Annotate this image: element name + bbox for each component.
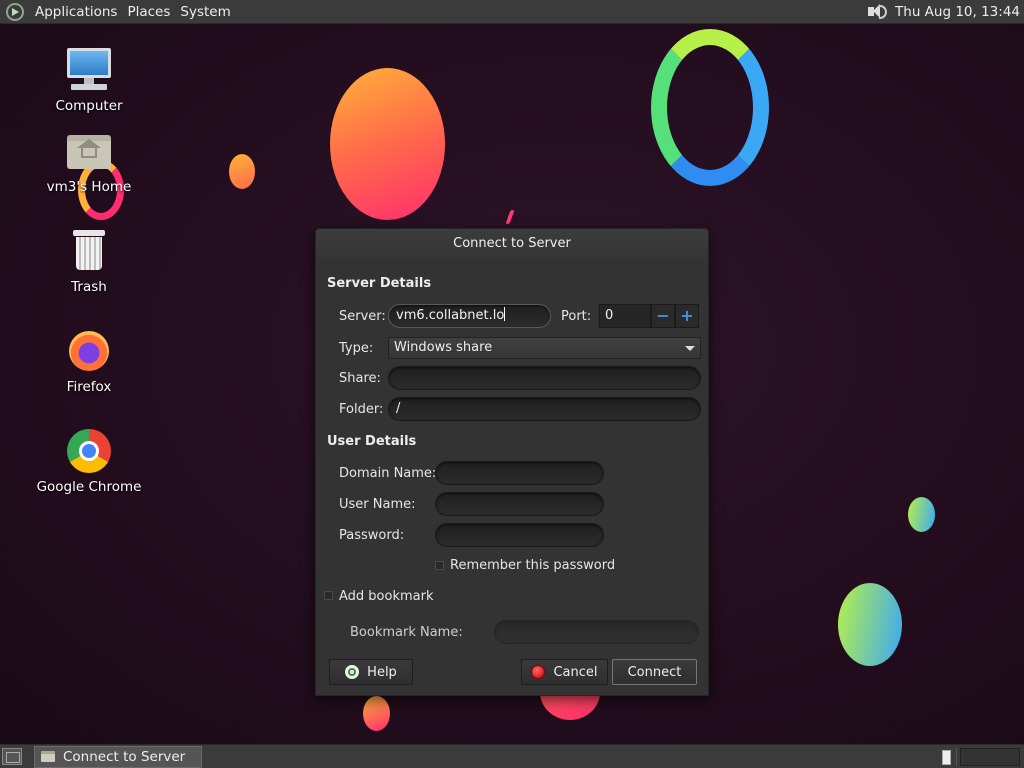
- bookmark-name-input[interactable]: [494, 620, 699, 644]
- dialog-title[interactable]: Connect to Server: [316, 229, 708, 259]
- show-desktop-icon[interactable]: [2, 748, 22, 765]
- desktop-icon-label: Computer: [55, 98, 123, 114]
- desktop-icon-firefox[interactable]: Firefox: [29, 327, 149, 395]
- connect-button[interactable]: Connect: [612, 659, 697, 685]
- wallpaper-blue-blob: [838, 583, 902, 666]
- desktop-icon-trash[interactable]: Trash: [29, 227, 149, 295]
- server-details-heading: Server Details: [327, 276, 432, 291]
- clock[interactable]: Thu Aug 10, 13:44: [895, 4, 1024, 20]
- share-input[interactable]: [388, 366, 701, 390]
- port-increment-button[interactable]: +: [675, 304, 699, 328]
- workspace-switcher[interactable]: [960, 748, 1020, 766]
- text-cursor: [504, 307, 506, 321]
- trash-applet-icon[interactable]: [942, 750, 951, 765]
- wallpaper-ring: [651, 29, 769, 186]
- server-input-value: vm6.collabnet.lo: [396, 308, 505, 323]
- server-label: Server:: [339, 309, 386, 324]
- distro-logo-icon[interactable]: [6, 2, 24, 21]
- trash-icon: [65, 227, 113, 275]
- desktop-icon-chrome[interactable]: Google Chrome: [29, 427, 149, 495]
- desktop-icon-label: vm3's Home: [46, 179, 132, 195]
- type-label: Type:: [339, 341, 374, 356]
- cancel-button[interactable]: Cancel: [521, 659, 608, 685]
- desktop-icon-label: Trash: [71, 279, 107, 295]
- speaker-icon[interactable]: [865, 1, 888, 23]
- domain-name-input[interactable]: [435, 461, 604, 485]
- domain-name-label: Domain Name:: [339, 466, 437, 481]
- type-dropdown[interactable]: Windows share: [388, 337, 701, 359]
- wallpaper-orange-blob: [330, 68, 445, 220]
- port-decrement-button[interactable]: −: [651, 304, 675, 328]
- connect-button-label: Connect: [627, 664, 682, 680]
- menu-places[interactable]: Places: [122, 0, 175, 24]
- wallpaper-bottom-blob: [363, 696, 390, 731]
- desktop-icon-label: Firefox: [66, 379, 112, 395]
- help-button-label: Help: [367, 664, 397, 680]
- menu-system[interactable]: System: [175, 0, 235, 24]
- user-name-label: User Name:: [339, 497, 416, 512]
- help-button[interactable]: Help: [329, 659, 413, 685]
- type-dropdown-value: Windows share: [394, 340, 493, 355]
- share-label: Share:: [339, 371, 381, 386]
- user-details-heading: User Details: [327, 434, 417, 449]
- chrome-icon: [65, 427, 113, 475]
- port-label: Port:: [561, 309, 592, 324]
- panel-separator: [956, 748, 957, 766]
- taskbar-window-button[interactable]: Connect to Server: [34, 746, 202, 768]
- connect-to-server-dialog: Connect to Server Server Details Server:…: [315, 228, 709, 696]
- folder-icon: [41, 751, 55, 762]
- desktop-icon-computer[interactable]: Computer: [29, 46, 149, 114]
- top-panel: Applications Places System Thu Aug 10, 1…: [0, 0, 1024, 24]
- add-bookmark-checkbox[interactable]: [324, 591, 333, 600]
- computer-icon: [65, 46, 113, 94]
- desktop-icon-label: Google Chrome: [36, 479, 142, 495]
- folder-label: Folder:: [339, 402, 384, 417]
- add-bookmark-label[interactable]: Add bookmark: [339, 589, 434, 604]
- help-icon: [345, 665, 360, 679]
- home-folder-icon: [65, 127, 113, 175]
- remember-password-checkbox[interactable]: [435, 561, 444, 570]
- port-input[interactable]: 0: [599, 304, 651, 328]
- wallpaper-accent-mark: [505, 210, 515, 224]
- cancel-icon: [531, 665, 546, 679]
- remember-password-label[interactable]: Remember this password: [450, 558, 615, 573]
- bottom-panel: Connect to Server: [0, 744, 1024, 768]
- server-input[interactable]: vm6.collabnet.lo: [388, 304, 551, 328]
- bookmark-name-label: Bookmark Name:: [350, 625, 463, 640]
- cancel-button-label: Cancel: [553, 664, 598, 680]
- desktop-icon-home[interactable]: vm3's Home: [29, 127, 149, 195]
- password-input[interactable]: [435, 523, 604, 547]
- firefox-icon: [65, 327, 113, 375]
- menu-applications[interactable]: Applications: [30, 0, 122, 24]
- folder-input[interactable]: /: [388, 397, 701, 421]
- password-label: Password:: [339, 528, 405, 543]
- wallpaper-small-orange-blob: [229, 154, 255, 189]
- dropdown-arrow-icon: [685, 346, 695, 351]
- taskbar-window-label: Connect to Server: [63, 749, 186, 765]
- user-name-input[interactable]: [435, 492, 604, 516]
- wallpaper-green-blob: [908, 497, 935, 532]
